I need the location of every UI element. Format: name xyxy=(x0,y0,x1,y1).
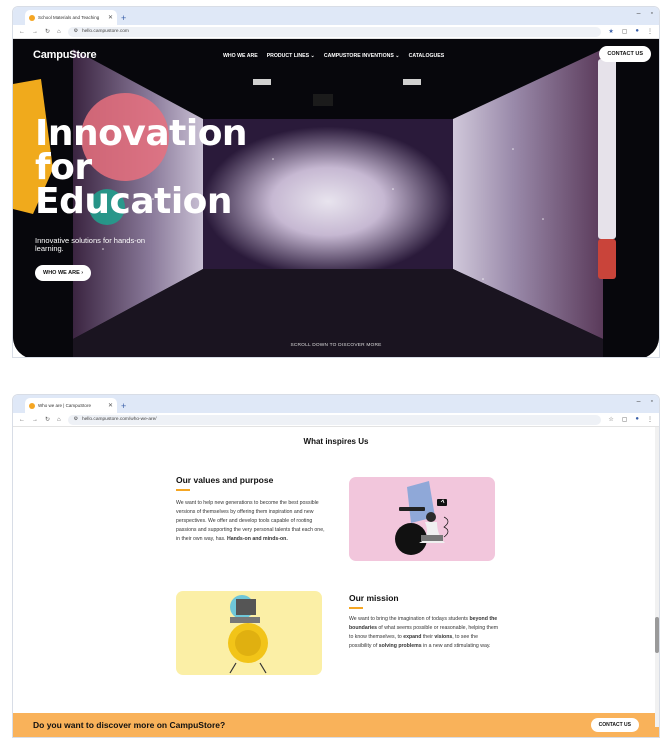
toolbar-icons: ☆ ▢ ● ⋮ xyxy=(608,416,653,423)
site-info-icon[interactable]: ⚙ xyxy=(74,417,78,422)
window-controls: – ▫ xyxy=(637,398,653,405)
close-tab-icon[interactable]: ✕ xyxy=(108,402,113,409)
nav-product-lines-label: PRODUCT LINES xyxy=(266,53,310,59)
profile-icon[interactable]: ● xyxy=(635,28,639,35)
mission-text-5: in a new and stimulating way. xyxy=(423,643,491,649)
browser-window-home: School Materials and Teaching ✕ + – ▫ ← … xyxy=(12,6,660,358)
chevron-down-icon: ⌄ xyxy=(395,53,400,59)
main-nav: WHO WE ARE PRODUCT LINES ⌄ CAMPUSTORE IN… xyxy=(223,53,444,59)
extensions-icon[interactable]: ▢ xyxy=(622,28,628,35)
headline-line-2: for xyxy=(35,147,92,188)
mission-text-1: We want to bring the imagination of toda… xyxy=(349,616,468,622)
site-info-icon[interactable]: ⚙ xyxy=(74,29,78,34)
tab-title: School Materials and Teaching xyxy=(38,15,100,20)
banner-contact-button[interactable]: CONTACT US xyxy=(590,718,639,732)
forward-icon[interactable]: → xyxy=(32,417,38,423)
close-tab-icon[interactable]: ✕ xyxy=(108,14,113,21)
section-title: What inspires Us xyxy=(303,437,369,446)
forward-icon[interactable]: → xyxy=(32,29,38,35)
reload-icon[interactable]: ↻ xyxy=(45,416,50,423)
scrollbar-thumb[interactable] xyxy=(655,617,659,653)
mission-text-3: their xyxy=(422,634,433,640)
menu-icon[interactable]: ⋮ xyxy=(647,28,653,35)
nav-inventions-label: CAMPUSTORE INVENTIONS xyxy=(323,53,394,59)
values-bold: Hands-on and minds-on. xyxy=(226,536,288,542)
mission-heading: Our mission xyxy=(349,593,399,603)
values-illustration xyxy=(349,477,495,561)
headline-line-3: Education xyxy=(35,181,233,222)
menu-icon[interactable]: ⋮ xyxy=(647,416,653,423)
new-tab-icon[interactable]: + xyxy=(121,401,126,411)
profile-icon[interactable]: ● xyxy=(635,416,639,423)
nav-who-we-are[interactable]: WHO WE ARE xyxy=(223,53,258,59)
who-we-are-label: WHO WE ARE xyxy=(43,270,80,276)
contact-us-button[interactable]: CONTACT US xyxy=(599,46,651,62)
tab-title: Who we are | CampuStore xyxy=(38,403,91,408)
mission-bold-2: expand xyxy=(403,634,422,640)
address-bar: ← → ↻ ⌂ ⚙ hello.campustore.com ★ ▢ ● ⋮ xyxy=(13,25,659,39)
site-logo[interactable]: CampuStore xyxy=(33,49,97,61)
address-bar: ← → ↻ ⌂ ⚙ hello.campustore.com/who-we-ar… xyxy=(13,413,659,427)
mission-bold-4: solving problems xyxy=(378,643,422,649)
mission-bold-3: visions xyxy=(434,634,453,640)
window-controls: – ▫ xyxy=(637,10,653,17)
chevron-down-icon: ⌄ xyxy=(310,53,315,59)
home-icon[interactable]: ⌂ xyxy=(57,29,61,35)
reload-icon[interactable]: ↻ xyxy=(45,28,50,35)
mission-underline xyxy=(349,607,363,609)
banner-question: Do you want to discover more on CampuSto… xyxy=(33,720,226,730)
url-field[interactable]: ⚙ hello.campustore.com/who-we-are/ xyxy=(67,414,602,425)
url-text: hello.campustore.com xyxy=(81,29,129,34)
page-content: What inspires Us Our values and purpose … xyxy=(13,427,659,737)
url-field[interactable]: ⚙ hello.campustore.com xyxy=(67,26,602,37)
restore-icon[interactable]: ▫ xyxy=(651,10,653,17)
chevron-right-icon: › xyxy=(81,270,84,276)
values-underline xyxy=(176,489,190,491)
toolbar-icons: ★ ▢ ● ⋮ xyxy=(608,28,653,35)
hero-headline: Innovation for Education xyxy=(35,113,248,222)
hero-section: CampuStore WHO WE ARE PRODUCT LINES ⌄ CA… xyxy=(13,39,659,357)
page-scrollbar[interactable] xyxy=(655,427,659,727)
girl-laptop-illustration xyxy=(395,481,449,555)
new-tab-icon[interactable]: + xyxy=(121,13,126,23)
home-icon[interactable]: ⌂ xyxy=(57,417,61,423)
minimize-icon[interactable]: – xyxy=(637,10,641,17)
restore-icon[interactable]: ▫ xyxy=(651,398,653,405)
favicon-icon xyxy=(29,402,35,409)
browser-tab[interactable]: Who we are | CampuStore ✕ xyxy=(25,398,117,413)
tab-bar: School Materials and Teaching ✕ + – ▫ xyxy=(13,7,659,25)
nav-campustore-inventions[interactable]: CAMPUSTORE INVENTIONS ⌄ xyxy=(324,53,400,59)
bookmark-star-icon[interactable]: ★ xyxy=(608,28,613,35)
discover-more-banner: Do you want to discover more on CampuSto… xyxy=(13,713,659,737)
mission-illustration xyxy=(176,591,322,675)
robot-clock-illustration xyxy=(228,595,268,674)
browser-tab[interactable]: School Materials and Teaching ✕ xyxy=(25,10,117,25)
mission-paragraph: We want to bring the imagination of toda… xyxy=(349,615,499,651)
values-paragraph: We want to help new generations to becom… xyxy=(176,499,326,544)
browser-window-who-we-are: Who we are | CampuStore ✕ + – ▫ ← → ↻ ⌂ … xyxy=(12,394,660,738)
scroll-hint[interactable]: SCROLL DOWN TO DISCOVER MORE xyxy=(13,343,659,348)
minimize-icon[interactable]: – xyxy=(637,398,641,405)
who-we-are-button[interactable]: WHO WE ARE › xyxy=(35,265,92,281)
favicon-icon xyxy=(29,14,35,21)
back-icon[interactable]: ← xyxy=(19,417,25,423)
back-icon[interactable]: ← xyxy=(19,29,25,35)
bookmark-star-icon[interactable]: ☆ xyxy=(608,416,613,423)
values-heading: Our values and purpose xyxy=(176,475,274,485)
url-text: hello.campustore.com/who-we-are/ xyxy=(81,417,157,422)
nav-product-lines[interactable]: PRODUCT LINES ⌄ xyxy=(267,53,315,59)
tab-bar: Who we are | CampuStore ✕ + – ▫ xyxy=(13,395,659,413)
extensions-icon[interactable]: ▢ xyxy=(622,416,628,423)
headline-line-1: Innovation xyxy=(35,113,248,154)
nav-catalogues[interactable]: CATALOGUES xyxy=(409,53,445,59)
hero-subtitle: Innovative solutions for hands-on learni… xyxy=(35,236,146,253)
